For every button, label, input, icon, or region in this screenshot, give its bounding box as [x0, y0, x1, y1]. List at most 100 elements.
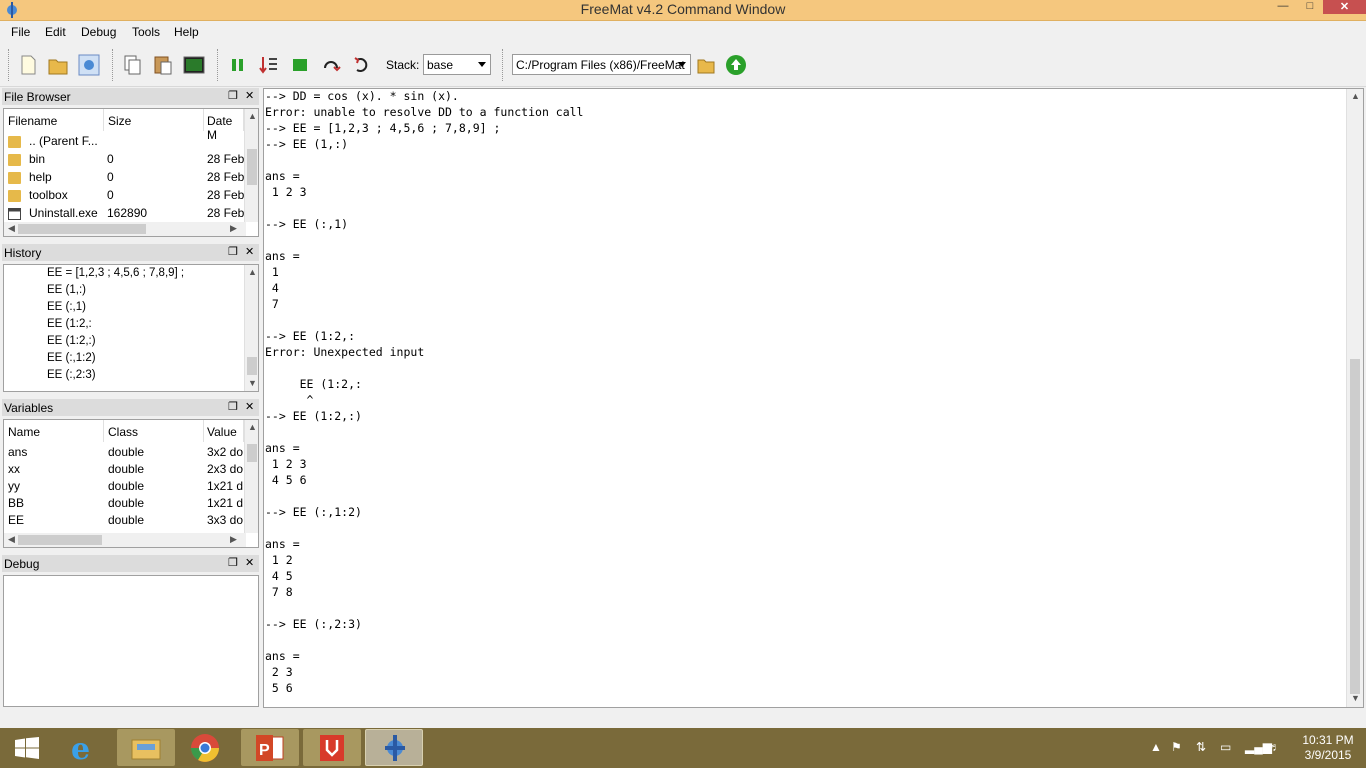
variable-row[interactable]: BB double 1x21 d: [4, 496, 244, 513]
console-vscrollbar[interactable]: ▲ ▼: [1346, 89, 1363, 707]
new-file-icon[interactable]: [17, 54, 39, 76]
file-row[interactable]: Uninstall.exe 162890 28 Feb: [4, 206, 244, 223]
variable-row[interactable]: yy double 1x21 d: [4, 479, 244, 496]
file-row[interactable]: bin 0 28 Feb: [4, 152, 244, 169]
file-row[interactable]: help 0 28 Feb: [4, 170, 244, 187]
scroll-up-icon[interactable]: ▲: [1351, 91, 1360, 101]
step-out-icon[interactable]: [351, 54, 373, 76]
scrollbar-thumb[interactable]: [18, 224, 146, 234]
close-icon[interactable]: ✕: [245, 245, 254, 258]
freemat-tool-icon[interactable]: [78, 54, 100, 76]
action-center-flag-icon[interactable]: ⚑: [1171, 740, 1182, 754]
powerpoint-button[interactable]: P: [241, 729, 299, 766]
copy-icon[interactable]: [121, 54, 143, 76]
close-icon[interactable]: ✕: [245, 556, 254, 569]
scrollbar-thumb[interactable]: [247, 444, 257, 462]
console-icon[interactable]: [183, 54, 205, 76]
file-browser-vscrollbar[interactable]: ▲: [244, 109, 258, 222]
scrollbar-thumb[interactable]: [1350, 359, 1360, 694]
minimize-button[interactable]: —: [1270, 0, 1296, 12]
windows-start-icon[interactable]: [15, 737, 39, 759]
scroll-up-icon[interactable]: ▲: [248, 267, 257, 277]
pause-icon[interactable]: [227, 54, 249, 76]
variable-row[interactable]: EE double 3x3 do: [4, 513, 244, 530]
menu-help[interactable]: Help: [174, 25, 199, 39]
file-explorer-button[interactable]: [117, 729, 175, 766]
menu-bar: File Edit Debug Tools Help: [0, 22, 1366, 43]
history-title-bar: History ❐ ✕: [2, 244, 259, 261]
stop-icon[interactable]: [289, 54, 311, 76]
scroll-up-icon[interactable]: ▲: [248, 422, 257, 432]
variable-row[interactable]: ans double 3x2 do: [4, 445, 244, 462]
file-browser-hscrollbar[interactable]: ◀ ▶: [4, 222, 246, 236]
float-icon[interactable]: ❐: [228, 89, 238, 102]
path-select[interactable]: C:/Program Files (x86)/FreeMat: [512, 54, 691, 75]
step-over-icon[interactable]: [320, 54, 342, 76]
variable-row[interactable]: xx double 2x3 do: [4, 462, 244, 479]
command-console[interactable]: --> DD = cos (x). * sin (x). Error: unabl…: [263, 88, 1364, 708]
open-folder-icon[interactable]: [47, 54, 69, 76]
column-header-size[interactable]: Size: [104, 109, 204, 131]
scrollbar-thumb[interactable]: [247, 149, 257, 185]
float-icon[interactable]: ❐: [228, 556, 238, 569]
debug-pane[interactable]: [3, 575, 259, 707]
file-date: 28 Feb: [207, 170, 245, 184]
history-item[interactable]: EE (:,2:3): [47, 369, 96, 381]
scroll-up-icon[interactable]: ▲: [248, 111, 257, 121]
scroll-right-icon[interactable]: ▶: [230, 223, 237, 234]
file-row[interactable]: .. (Parent F...: [4, 134, 244, 151]
internet-explorer-icon[interactable]: e: [57, 729, 111, 766]
float-icon[interactable]: ❐: [228, 245, 238, 258]
history-item[interactable]: EE = [1,2,3 ; 4,5,6 ; 7,8,9] ;: [47, 267, 184, 279]
acrobat-icon: [320, 735, 344, 761]
float-icon[interactable]: ❐: [228, 400, 238, 413]
menu-debug[interactable]: Debug: [81, 25, 116, 39]
stack-select[interactable]: base: [423, 54, 491, 75]
history-item[interactable]: EE (1:2,:): [47, 335, 96, 347]
history-item[interactable]: EE (:,1:2): [47, 352, 96, 364]
column-header-class[interactable]: Class: [104, 420, 204, 442]
up-directory-icon[interactable]: [725, 54, 747, 76]
maximize-button[interactable]: □: [1297, 0, 1323, 12]
history-vscrollbar[interactable]: ▲ ▼: [244, 265, 258, 391]
system-clock[interactable]: 10:31 PM 3/9/2015: [1300, 733, 1356, 763]
close-icon[interactable]: ✕: [245, 89, 254, 102]
menu-edit[interactable]: Edit: [45, 25, 66, 39]
variables-vscrollbar[interactable]: ▲: [244, 420, 258, 533]
scroll-down-icon[interactable]: ▼: [1351, 693, 1360, 703]
chrome-icon[interactable]: [178, 729, 236, 766]
folder-icon: [8, 136, 21, 148]
scroll-right-icon[interactable]: ▶: [230, 534, 237, 545]
history-item[interactable]: EE (1:2,:: [47, 318, 92, 330]
volume-icon[interactable]: ♬: [1268, 740, 1280, 754]
console-line: ans =: [265, 649, 300, 663]
column-header-name[interactable]: Name: [4, 420, 104, 442]
paste-icon[interactable]: [152, 54, 174, 76]
history-item[interactable]: EE (1,:): [47, 284, 86, 296]
file-browser-table: Filename Size Date M .. (Parent F... bin…: [3, 108, 259, 237]
history-item[interactable]: EE (:,1): [47, 301, 86, 313]
menu-tools[interactable]: Tools: [132, 25, 160, 39]
close-icon[interactable]: ✕: [245, 400, 254, 413]
scrollbar-thumb[interactable]: [18, 535, 102, 545]
file-row[interactable]: toolbox 0 28 Feb: [4, 188, 244, 205]
acrobat-button[interactable]: [303, 729, 361, 766]
scroll-left-icon[interactable]: ◀: [8, 534, 15, 545]
scroll-left-icon[interactable]: ◀: [8, 223, 15, 234]
browse-folder-icon[interactable]: [695, 54, 717, 76]
column-header-filename[interactable]: Filename: [4, 109, 104, 131]
network-sync-icon[interactable]: ⇅: [1196, 740, 1206, 754]
battery-icon[interactable]: ▭: [1220, 740, 1231, 754]
scroll-down-icon[interactable]: ▼: [248, 378, 257, 388]
column-header-date[interactable]: Date M: [204, 109, 244, 142]
close-button[interactable]: ✕: [1323, 0, 1366, 14]
freemat-taskbar-button[interactable]: [365, 729, 423, 766]
scrollbar-thumb[interactable]: [247, 357, 257, 375]
tray-expand-icon[interactable]: ▲: [1150, 740, 1162, 754]
step-into-icon[interactable]: [257, 54, 279, 76]
variables-hscrollbar[interactable]: ◀ ▶: [4, 533, 246, 547]
console-line: ans =: [265, 441, 300, 455]
console-line: --> EE (1:2,:: [265, 329, 356, 343]
menu-file[interactable]: File: [11, 25, 30, 39]
column-header-value[interactable]: Value: [204, 420, 244, 442]
